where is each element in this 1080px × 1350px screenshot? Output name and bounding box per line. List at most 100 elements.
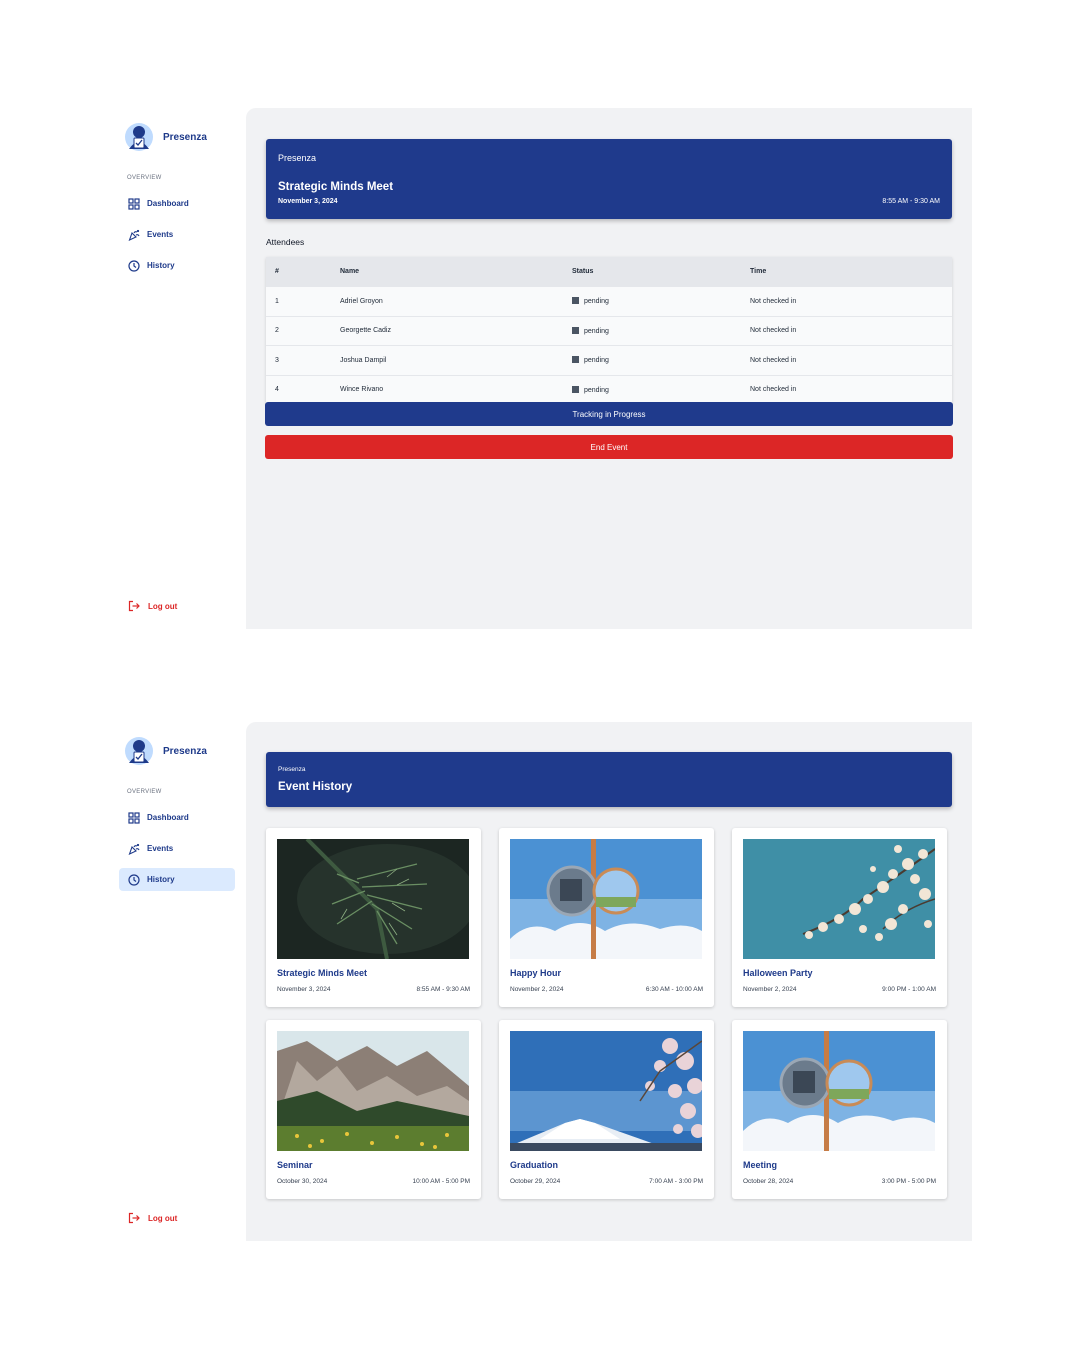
table-row[interactable]: 2 Georgette Cadiz pending Not checked in — [266, 315, 952, 346]
header-brand: Presenza — [278, 153, 317, 163]
sidebar-item-label: Dashboard — [147, 199, 189, 208]
status-text: pending — [584, 298, 609, 306]
logout-button[interactable]: Log out — [128, 600, 177, 612]
event-time: 8:55 AM - 9:30 AM — [882, 198, 940, 205]
checkin-time: Not checked in — [749, 315, 952, 346]
event-card-title: Happy Hour — [510, 968, 562, 978]
column-header-number: # — [266, 257, 339, 287]
event-card-date: October 30, 2024 — [277, 1178, 328, 1185]
row-number: 3 — [266, 345, 339, 375]
status-text: pending — [584, 386, 609, 394]
attendee-name: Joshua Dampil — [339, 345, 571, 375]
column-header-status: Status — [571, 257, 749, 287]
status-cell: pending — [571, 374, 749, 404]
clock-icon — [128, 873, 140, 886]
party-icon — [128, 229, 140, 241]
logout-icon — [128, 600, 140, 612]
checkin-time: Not checked in — [749, 374, 952, 404]
status-cell: pending — [571, 345, 749, 375]
event-header: Presenza Strategic Minds Meet November 3… — [266, 139, 952, 219]
event-card-time: 9:00 PM - 1:00 AM — [882, 986, 936, 993]
event-card-date: October 29, 2024 — [510, 1178, 561, 1185]
table-row[interactable]: 4 Wince Rivano pending Not checked in — [266, 374, 952, 404]
event-card-date: November 2, 2024 — [743, 986, 797, 993]
sidebar-item-dashboard[interactable]: Dashboard — [119, 192, 235, 215]
attendee-name: Georgette Cadiz — [339, 315, 571, 346]
event-image — [510, 839, 702, 959]
party-icon — [128, 843, 140, 855]
sidebar-item-dashboard[interactable]: Dashboard — [119, 806, 235, 829]
header-brand: Presenza — [278, 766, 306, 773]
status-cell: pending — [571, 315, 749, 346]
app-name: Presenza — [163, 131, 207, 143]
event-card-date: October 28, 2024 — [743, 1178, 794, 1185]
brand[interactable]: Presenza — [124, 122, 207, 152]
logout-label: Log out — [148, 1213, 178, 1223]
table-row[interactable]: 1 Adriel Groyon pending Not checked in — [266, 286, 952, 316]
event-image — [510, 1031, 702, 1151]
event-card[interactable]: Graduation October 29, 2024 7:00 AM - 3:… — [499, 1020, 714, 1199]
event-image — [743, 839, 935, 959]
attendee-name: Adriel Groyon — [339, 286, 571, 316]
end-event-button[interactable]: End Event — [265, 435, 953, 459]
event-card-time: 8:55 AM - 9:30 AM — [416, 986, 470, 993]
presenza-logo-icon — [125, 123, 153, 151]
checkin-time: Not checked in — [749, 345, 952, 375]
logout-icon — [128, 1212, 140, 1224]
tracking-button[interactable]: Tracking in Progress — [265, 402, 953, 426]
row-number: 1 — [266, 286, 339, 316]
sidebar-item-history[interactable]: History — [119, 254, 235, 277]
app-name: Presenza — [163, 745, 207, 757]
event-card-title: Meeting — [743, 1160, 778, 1170]
event-image — [277, 1031, 469, 1151]
table-header-row: # Name Status Time — [266, 257, 952, 287]
brand[interactable]: Presenza — [124, 736, 207, 766]
main-content: Presenza Strategic Minds Meet November 3… — [246, 108, 972, 629]
event-card[interactable]: Strategic Minds Meet November 3, 2024 8:… — [266, 828, 481, 1007]
event-card[interactable]: Seminar October 30, 2024 10:00 AM - 5:00… — [266, 1020, 481, 1199]
event-card-title: Halloween Party — [743, 968, 813, 978]
event-card-title: Seminar — [277, 1160, 313, 1170]
sidebar-item-label: History — [147, 875, 175, 884]
checkin-time: Not checked in — [749, 286, 952, 316]
event-card-time: 10:00 AM - 5:00 PM — [412, 1178, 470, 1185]
history-header: Presenza Event History — [266, 752, 952, 807]
attendees-heading: Attendees — [266, 237, 305, 247]
grid-icon — [128, 811, 140, 824]
event-card-time: 7:00 AM - 3:00 PM — [649, 1178, 703, 1185]
grid-icon — [128, 197, 140, 210]
event-card[interactable]: Happy Hour November 2, 2024 6:30 AM - 10… — [499, 828, 714, 1007]
event-screen: Presenza OVERVIEW Dashboard Events Histo… — [108, 108, 972, 629]
status-square-icon — [572, 356, 579, 364]
event-card-date: November 3, 2024 — [277, 986, 331, 993]
nav-section-label: OVERVIEW — [127, 175, 162, 181]
status-text: pending — [584, 357, 609, 365]
sidebar-item-label: History — [147, 261, 175, 270]
event-date: November 3, 2024 — [278, 198, 338, 205]
main-content: Presenza Event History Strategic Minds M… — [246, 722, 972, 1241]
sidebar-item-label: Events — [147, 230, 174, 239]
presenza-logo-icon — [125, 737, 153, 765]
status-square-icon — [572, 326, 579, 334]
attendee-name: Wince Rivano — [339, 374, 571, 404]
event-card-title: Graduation — [510, 1160, 559, 1170]
logout-label: Log out — [148, 601, 178, 611]
status-square-icon — [572, 385, 579, 393]
event-card[interactable]: Meeting October 28, 2024 3:00 PM - 5:00 … — [732, 1020, 947, 1199]
event-card[interactable]: Halloween Party November 2, 2024 9:00 PM… — [732, 828, 947, 1007]
column-header-name: Name — [339, 257, 571, 287]
sidebar-item-events[interactable]: Events — [119, 837, 235, 860]
clock-icon — [128, 259, 140, 272]
row-number: 2 — [266, 315, 339, 346]
sidebar-item-events[interactable]: Events — [119, 223, 235, 246]
history-screen: Presenza OVERVIEW Dashboard Events Histo… — [108, 722, 972, 1241]
status-text: pending — [584, 327, 609, 335]
event-card-time: 3:00 PM - 5:00 PM — [881, 1178, 936, 1185]
event-title: Strategic Minds Meet — [278, 181, 394, 193]
event-image — [277, 839, 469, 959]
nav-section-label: OVERVIEW — [127, 789, 162, 795]
logout-button[interactable]: Log out — [128, 1212, 177, 1224]
sidebar-nav: Dashboard Events History — [119, 806, 235, 899]
sidebar-item-history[interactable]: History — [119, 868, 235, 891]
table-row[interactable]: 3 Joshua Dampil pending Not checked in — [266, 345, 952, 375]
